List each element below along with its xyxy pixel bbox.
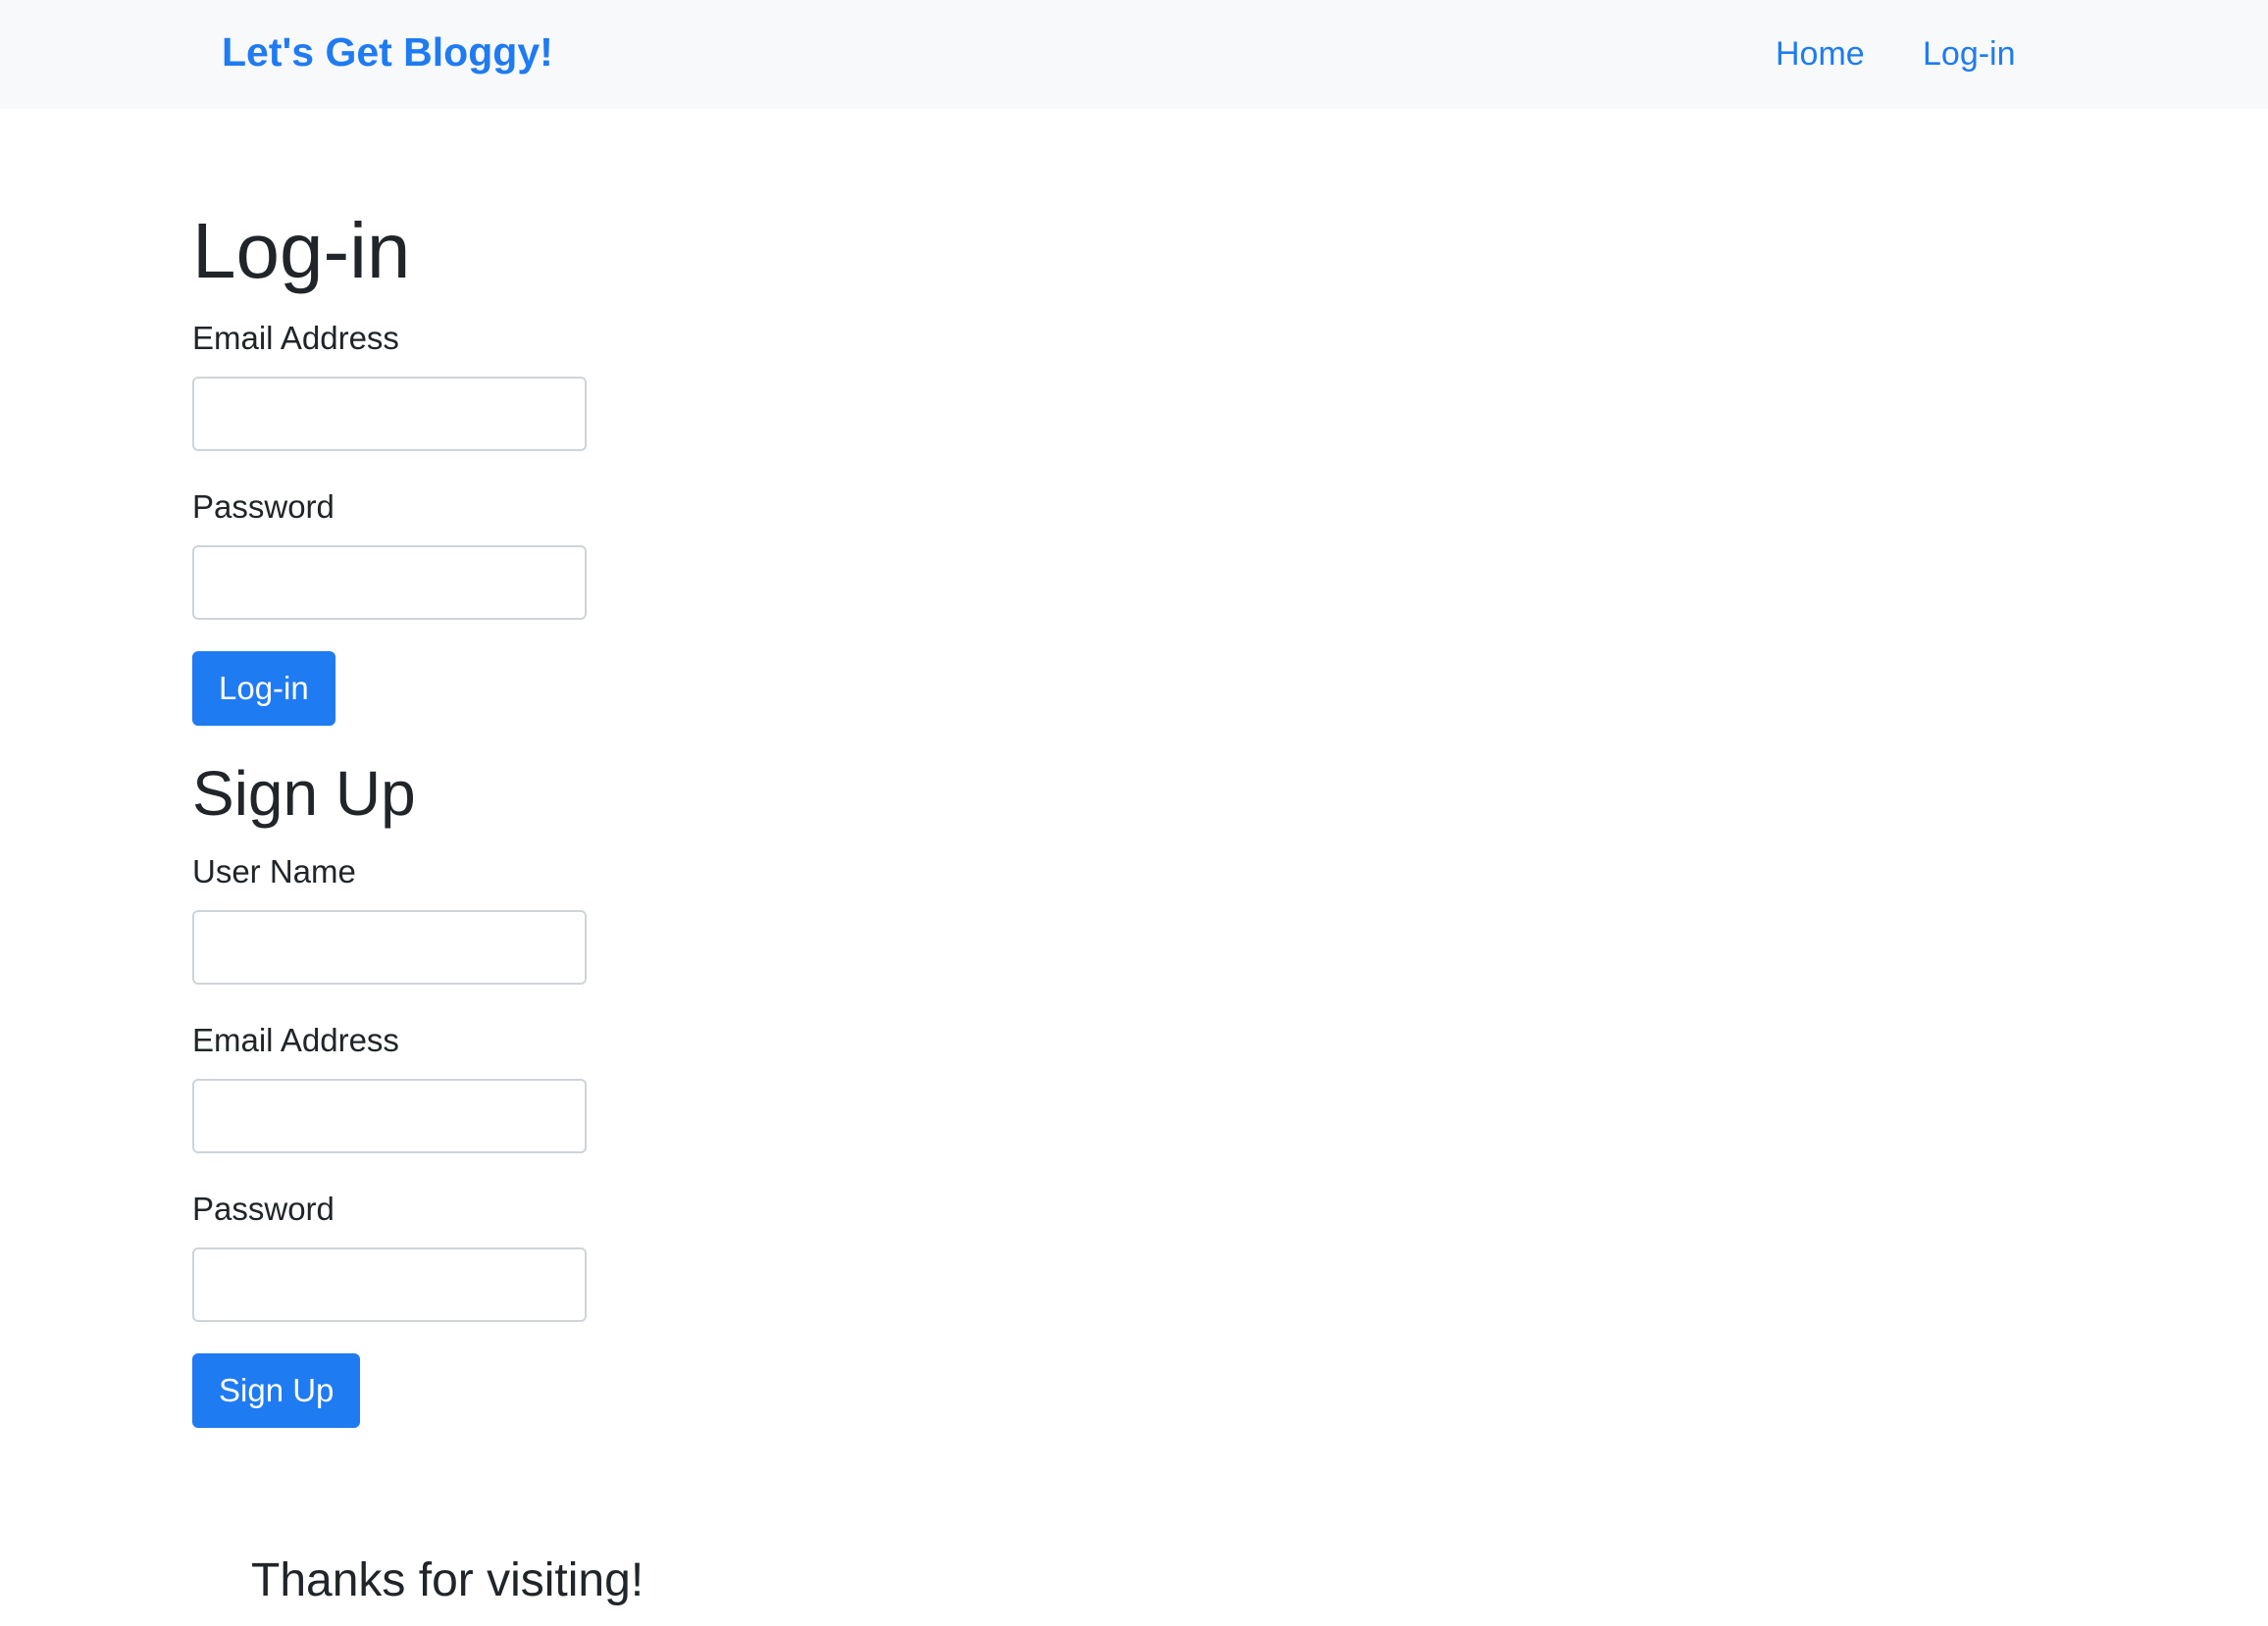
brand-link[interactable]: Let's Get Bloggy! xyxy=(222,29,553,76)
nav-link-login[interactable]: Log-in xyxy=(1923,35,2016,74)
login-button[interactable]: Log-in xyxy=(192,651,335,726)
signup-username-input[interactable] xyxy=(192,910,587,985)
signup-username-label: User Name xyxy=(192,853,356,889)
login-email-label: Email Address xyxy=(192,320,399,356)
login-password-label: Password xyxy=(192,488,335,525)
footer-message: Thanks for visiting! xyxy=(251,1554,644,1606)
login-email-input[interactable] xyxy=(192,377,587,451)
signup-email-label: Email Address xyxy=(192,1022,399,1058)
signup-email-input[interactable] xyxy=(192,1079,587,1153)
signup-password-input[interactable] xyxy=(192,1247,587,1322)
login-password-input[interactable] xyxy=(192,545,587,620)
navbar: Let's Get Bloggy! Home Log-in xyxy=(0,0,2268,109)
signup-title: Sign Up xyxy=(192,758,416,829)
nav-link-home[interactable]: Home xyxy=(1776,35,1865,74)
signup-button[interactable]: Sign Up xyxy=(192,1353,361,1428)
login-title: Log-in xyxy=(192,207,411,294)
signup-password-label: Password xyxy=(192,1191,335,1227)
